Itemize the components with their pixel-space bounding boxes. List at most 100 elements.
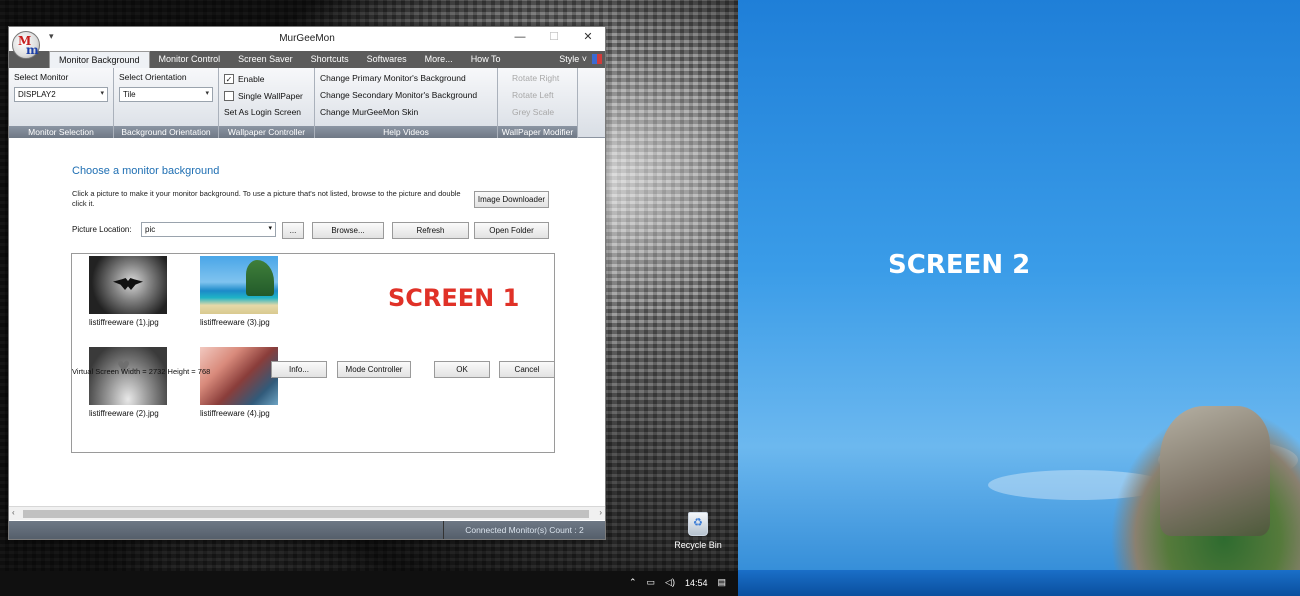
mode-controller-button[interactable]: Mode Controller (337, 361, 411, 378)
enable-checkbox[interactable]: ✓ Enable (224, 70, 309, 87)
help-icon[interactable] (592, 54, 602, 64)
volume-icon[interactable]: ◁) (665, 577, 675, 588)
taskbar: ⌃ ▭ ◁) 14:54 ▤ (0, 571, 738, 596)
thumbnail-caption: listiffreeware (1).jpg (89, 318, 159, 327)
chevron-down-icon: ▾ (100, 90, 104, 97)
maximize-button[interactable]: ☐ (537, 27, 571, 49)
group-help-videos: Change Primary Monitor's Background Chan… (315, 68, 498, 138)
murgeemon-logo-icon[interactable]: M m (12, 31, 40, 59)
info-button[interactable]: Info... (271, 361, 327, 378)
autumn-tree-thumbnail-image (200, 347, 278, 405)
group-footer: Background Orientation (114, 126, 218, 138)
clock[interactable]: 14:54 (685, 578, 708, 588)
instructions-text: Click a picture to make it your monitor … (72, 189, 461, 208)
select-orientation-dropdown[interactable]: Tile ▾ (119, 87, 213, 102)
screen-1-desktop: Recycle Bin ⌃ ▭ ◁) 14:54 ▤ M m ▾ MurGeeM… (0, 0, 738, 596)
browse-button[interactable]: Browse... (312, 222, 384, 239)
ribbon-tabs: Monitor Background Monitor Control Scree… (9, 51, 605, 68)
style-menu[interactable]: Style ˅ (559, 54, 587, 64)
picture-location-dropdown[interactable]: pic ▾ (141, 222, 276, 237)
chevron-down-icon: ▾ (205, 90, 209, 97)
group-background-orientation: Select Orientation Tile ▾ Background Ori… (114, 68, 219, 138)
group-footer: Wallpaper Controller (219, 126, 314, 138)
murgeemon-window: M m ▾ MurGeeMon — ☐ ✕ Monitor Background… (8, 26, 606, 540)
tab-how-to[interactable]: How To (462, 51, 510, 68)
tab-more[interactable]: More... (416, 51, 462, 68)
enable-checkmark-icon: ✓ (224, 73, 234, 84)
thumbnail-item[interactable]: listiffreeware (1).jpg (89, 256, 189, 327)
main-content: Choose a monitor background Click a pict… (9, 139, 605, 503)
thumbnail-caption: listiffreeware (2).jpg (89, 409, 159, 418)
refresh-button[interactable]: Refresh (392, 222, 469, 239)
picture-gallery: listiffreeware (1).jpg listiffreeware (3… (71, 253, 555, 453)
system-tray: ⌃ ▭ ◁) 14:54 ▤ (629, 577, 726, 588)
select-monitor-label: Select Monitor (14, 72, 69, 82)
rotate-left-button[interactable]: Rotate Left (512, 87, 577, 104)
thumbnail-item[interactable]: listiffreeware (2).jpg (89, 347, 189, 418)
single-wallpaper-box (224, 90, 234, 101)
connected-monitors-count: Connected Monitor(s) Count : 2 (443, 521, 605, 539)
horizontal-scrollbar[interactable]: ‹ › (9, 506, 605, 520)
select-orientation-label: Select Orientation (119, 72, 187, 82)
screen-1-label: SCREEN 1 (388, 284, 520, 312)
group-footer: Monitor Selection (9, 126, 113, 138)
close-button[interactable]: ✕ (571, 27, 605, 49)
help-change-secondary-background[interactable]: Change Secondary Monitor's Background (320, 87, 492, 104)
sea-decoration (738, 570, 1300, 596)
rotate-right-button[interactable]: Rotate Right (512, 70, 577, 87)
open-folder-button[interactable]: Open Folder (474, 222, 549, 239)
group-footer: Help Videos (315, 126, 497, 138)
select-orientation-value: Tile (123, 90, 136, 99)
group-monitor-selection: Select Monitor DISPLAY2 ▾ Monitor Select… (9, 68, 114, 138)
group-footer: WallPaper Modifier (498, 126, 577, 138)
tab-softwares[interactable]: Softwares (358, 51, 416, 68)
thumbnail-item[interactable]: listiffreeware (3).jpg (200, 256, 300, 327)
title-bar[interactable]: M m ▾ MurGeeMon — ☐ ✕ (9, 27, 605, 59)
page-title: Choose a monitor background (72, 165, 220, 177)
thumbnail-caption: listiffreeware (3).jpg (200, 318, 270, 327)
logo-letter-small-m: m (26, 43, 39, 57)
ellipsis-button[interactable]: ... (282, 222, 304, 239)
set-as-login-screen-button[interactable]: Set As Login Screen (224, 104, 309, 121)
chevron-down-icon: ▾ (268, 225, 272, 232)
scroll-left-icon[interactable]: ‹ (12, 508, 15, 517)
thumbnail-caption: listiffreeware (4).jpg (200, 409, 270, 418)
enable-label: Enable (238, 73, 265, 84)
ok-button[interactable]: OK (434, 361, 490, 378)
recycle-bin-icon (688, 512, 708, 536)
tab-monitor-control[interactable]: Monitor Control (150, 51, 230, 68)
single-wallpaper-label: Single WallPaper (238, 90, 303, 101)
select-monitor-value: DISPLAY2 (18, 90, 56, 99)
minimize-button[interactable]: — (503, 27, 537, 49)
picture-location-value: pic (145, 225, 156, 234)
help-change-skin[interactable]: Change MurGeeMon Skin (320, 104, 492, 121)
tab-screen-saver[interactable]: Screen Saver (229, 51, 302, 68)
single-wallpaper-checkbox[interactable]: Single WallPaper (224, 87, 309, 104)
window-controls: — ☐ ✕ (503, 27, 605, 49)
scrollbar-thumb[interactable] (23, 510, 589, 518)
ribbon: Select Monitor DISPLAY2 ▾ Monitor Select… (9, 68, 605, 138)
group-wallpaper-controller: ✓ Enable Single WallPaper Set As Login S… (219, 68, 315, 138)
batman-thumbnail-image (89, 256, 167, 314)
recycle-bin[interactable]: Recycle Bin (668, 512, 728, 550)
select-monitor-dropdown[interactable]: DISPLAY2 ▾ (14, 87, 108, 102)
heart-splash-thumbnail-image (89, 347, 167, 405)
help-change-primary-background[interactable]: Change Primary Monitor's Background (320, 70, 492, 87)
cancel-button[interactable]: Cancel (499, 361, 555, 378)
network-icon[interactable]: ▭ (647, 577, 656, 588)
notification-icon[interactable]: ▤ (717, 577, 726, 588)
chevron-up-icon[interactable]: ⌃ (629, 577, 637, 588)
beach-thumbnail-image (200, 256, 278, 314)
grey-scale-button[interactable]: Grey Scale (512, 104, 577, 121)
picture-location-label: Picture Location: (72, 225, 132, 234)
thumbnail-item[interactable]: listiffreeware (4).jpg (200, 347, 300, 418)
group-wallpaper-modifier: Rotate Right Rotate Left Grey Scale Wall… (498, 68, 578, 138)
recycle-bin-label: Recycle Bin (674, 540, 722, 550)
scroll-right-icon[interactable]: › (599, 508, 602, 517)
virtual-screen-info: Virtual Screen Width = 2732 Height = 768 (72, 367, 211, 376)
tab-shortcuts[interactable]: Shortcuts (302, 51, 358, 68)
image-downloader-button[interactable]: Image Downloader (474, 191, 549, 208)
screen-2-label: SCREEN 2 (888, 250, 1031, 280)
status-bar: Connected Monitor(s) Count : 2 (9, 521, 605, 539)
tab-monitor-background[interactable]: Monitor Background (49, 51, 150, 68)
